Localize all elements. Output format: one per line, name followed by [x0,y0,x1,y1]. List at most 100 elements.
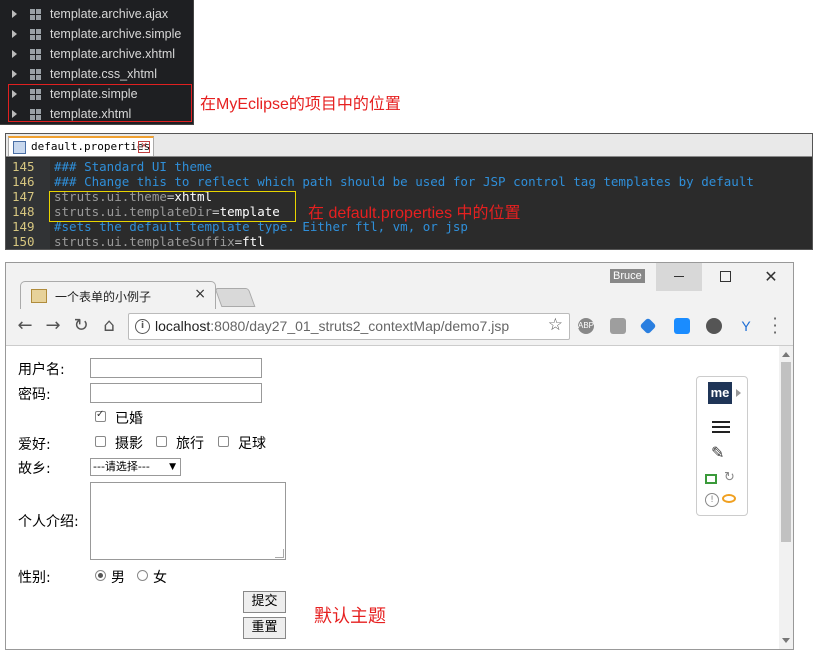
tree-item[interactable]: template.css_xhtml [0,64,193,84]
hobby-label: 爱好: [18,437,51,453]
hobby-checkbox[interactable] [156,436,167,447]
married-label: 已婚 [115,411,143,427]
password-input[interactable] [90,383,262,403]
hobby-option-label: 旅行 [176,436,204,452]
back-icon[interactable]: ← [14,315,36,337]
username-input[interactable] [90,358,262,378]
minimize-button[interactable] [656,263,702,291]
editor-annotation: 在 default.properties 中的位置 [308,205,521,222]
bookmark-star-icon[interactable]: ☆ [548,315,563,335]
hamburger-icon[interactable] [712,421,730,423]
profile-badge[interactable]: Bruce [610,269,645,283]
scroll-thumb[interactable] [781,362,791,542]
me-logo-icon[interactable]: me [708,382,732,404]
hobby-checkbox[interactable] [218,436,229,447]
editor-tab-label: default.properties [31,140,151,153]
submit-button[interactable]: 提交 [243,591,286,613]
arrow-box-icon[interactable] [674,318,690,334]
line-number: 145 [12,159,35,174]
code-comment: ### Change this to reflect which path sh… [54,174,754,189]
username-label: 用户名: [18,362,65,378]
intro-textarea[interactable] [90,482,286,560]
magic-wand-icon[interactable]: ✎ [711,443,724,462]
package-icon [30,9,41,20]
browser-titlebar: 一个表单的小例子 × Bruce ✕ [6,263,793,309]
gender-radio-male[interactable] [95,570,106,581]
home-icon[interactable]: ⌂ [98,315,120,337]
menu-kebab-icon[interactable]: · · · [770,311,780,341]
hobby-option-label: 足球 [238,436,266,452]
tree-item-label: template.archive.simple [50,27,182,41]
favicon-icon [31,289,47,303]
refresh-icon[interactable]: ↻ [724,470,735,485]
hometown-selected-value: ---请选择--- [93,460,150,473]
expand-arrow-icon[interactable] [12,30,17,38]
line-number: 147 [12,189,35,204]
browser-tab[interactable]: 一个表单的小例子 × [20,281,216,309]
line-number: 149 [12,219,35,234]
browser-tab-title: 一个表单的小例子 [55,290,152,304]
hobby-checkbox[interactable] [95,436,106,447]
tree-highlight-box [8,84,192,122]
cast-icon[interactable] [705,474,717,484]
resize-grip-icon[interactable] [275,549,284,558]
alert-icon[interactable]: ! [705,493,719,507]
abp-icon[interactable]: ABP [578,318,594,334]
window-close-button[interactable]: ✕ [748,263,793,291]
y-icon[interactable]: Y [738,318,754,334]
editor-tabbar: default.properties × [6,134,812,157]
maximize-button[interactable] [702,263,748,291]
scroll-down-icon[interactable] [782,638,790,643]
code-line[interactable]: 146 ### Change this to reflect which pat… [6,174,812,189]
package-icon [30,49,41,60]
property-value: ftl [242,234,265,249]
minimize-icon [674,276,684,277]
line-number: 148 [12,204,35,219]
expand-arrow-icon[interactable] [736,389,741,397]
address-bar[interactable]: i localhost:8080/day27_01_struts2_contex… [128,313,570,340]
password-label: 密码: [18,387,51,403]
tree-item-label: template.archive.ajax [50,7,169,21]
tree-annotation: 在MyEclipse的项目中的位置 [200,96,401,113]
intro-label: 个人介绍: [18,514,79,530]
browser-window: 一个表单的小例子 × Bruce ✕ ← → ↻ ⌂ i localhost:8… [5,262,794,650]
tree-item-label: template.archive.xhtml [50,47,176,61]
gender-label: 性别: [18,570,51,586]
property-key: struts.ui.templateSuffix [54,234,235,249]
browser-toolbar: ← → ↻ ⌂ i localhost:8080/day27_01_struts… [6,309,793,346]
line-number: 150 [12,234,35,249]
hobby-option-label: 摄影 [115,436,143,452]
tab-close-icon[interactable]: × [194,286,206,302]
forward-icon[interactable]: → [42,315,64,337]
hometown-select[interactable]: ---请选择--- ▼ [90,458,181,476]
code-line[interactable]: 150 struts.ui.templateSuffix=ftl [6,234,812,249]
hometown-label: 故乡: [18,461,51,477]
married-checkbox[interactable] [95,409,106,422]
eye-icon[interactable] [722,494,736,503]
grid-icon[interactable] [610,318,626,334]
tree-item[interactable]: template.archive.simple [0,24,193,44]
vertical-scrollbar[interactable] [779,346,793,649]
info-icon[interactable]: i [135,319,150,334]
new-tab-button[interactable] [214,288,256,307]
expand-arrow-icon[interactable] [12,70,17,78]
close-icon[interactable]: × [138,141,150,153]
chevron-down-icon: ▼ [169,462,176,472]
blue-arrow-icon[interactable] [639,317,657,335]
package-icon [30,69,41,80]
editor-tab[interactable]: default.properties × [8,136,154,156]
reload-icon[interactable]: ↻ [70,315,92,337]
expand-arrow-icon[interactable] [12,50,17,58]
url-path: :8080/day27_01_struts2_contextMap/demo7.… [210,318,510,334]
reset-button[interactable]: 重置 [243,617,286,639]
evernote-icon[interactable] [706,318,722,334]
expand-arrow-icon[interactable] [12,10,17,18]
code-line[interactable]: 145 ### Standard UI theme [6,159,812,174]
tree-item[interactable]: template.archive.ajax [0,4,193,24]
tree-item[interactable]: template.archive.xhtml [0,44,193,64]
gender-radio-female[interactable] [137,570,148,581]
url-host: localhost [155,318,211,334]
package-icon [30,29,41,40]
scroll-up-icon[interactable] [782,352,790,357]
tree-item-label: template.css_xhtml [50,67,157,81]
